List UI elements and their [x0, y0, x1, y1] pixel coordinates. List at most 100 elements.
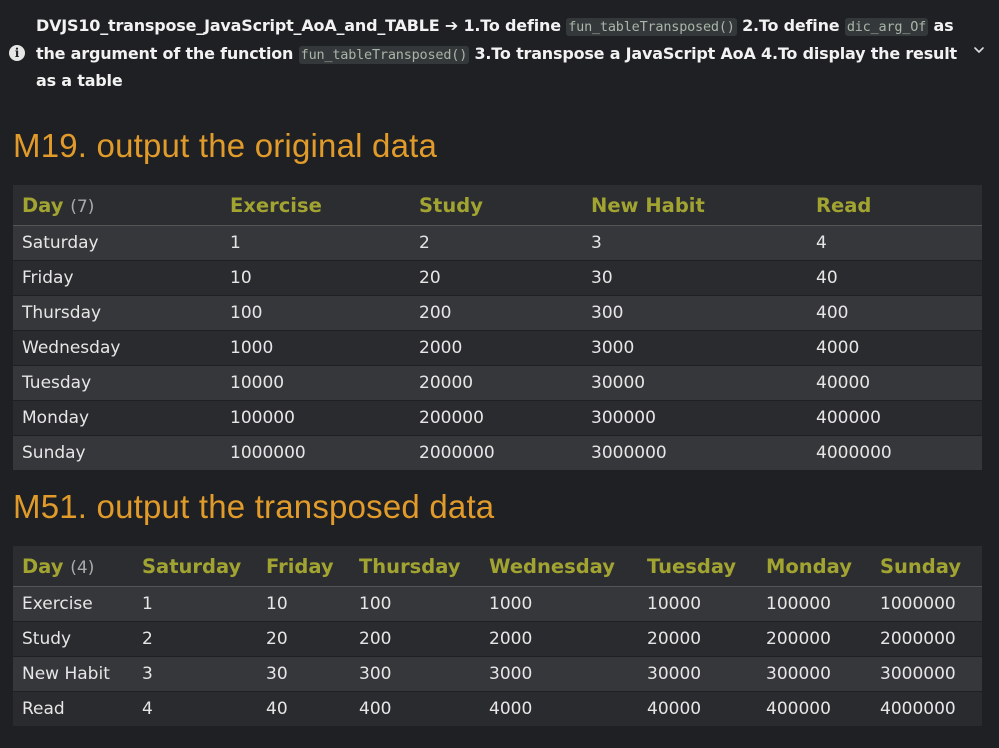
table-cell: 30000 — [582, 365, 807, 401]
table-row: Sunday 1000000 2000000 3000000 4000000 — [13, 435, 982, 470]
callout: i DVJS10_transpose_JavaScript_AoA_and_TA… — [0, 0, 999, 104]
table-row: Friday 10 20 30 40 — [13, 260, 982, 296]
table-row: Thursday 100 200 300 400 — [13, 295, 982, 331]
table-cell: 4 — [807, 225, 982, 261]
column-header[interactable]: New Habit — [582, 185, 807, 226]
column-header[interactable]: Monday — [757, 546, 871, 587]
code-dic-arg-of: dic_arg_Of — [844, 18, 929, 36]
table-cell: 3 — [582, 225, 807, 261]
table-row: Monday 100000 200000 300000 400000 — [13, 400, 982, 436]
table-cell: 400 — [350, 691, 480, 726]
table-cell: 20000 — [410, 365, 582, 401]
table-cell: 100 — [350, 586, 480, 622]
table-cell: 3000 — [582, 330, 807, 366]
callout-step2: 2.To define — [742, 16, 840, 35]
column-header[interactable]: Saturday — [133, 546, 257, 587]
table-cell: 3000000 — [871, 656, 982, 692]
row-label-cell: Wednesday — [13, 330, 221, 366]
table-cell: 4000 — [807, 330, 982, 366]
table-cell: 4000000 — [807, 435, 982, 470]
column-header[interactable]: Exercise — [221, 185, 410, 226]
row-label-cell: Thursday — [13, 295, 221, 331]
table-cell: 2000000 — [871, 621, 982, 657]
table-cell: 1000 — [221, 330, 410, 366]
table-cell: 300 — [582, 295, 807, 331]
row-count: (7) — [70, 196, 95, 217]
row-label-cell: Exercise — [13, 586, 133, 622]
table-cell: 1000 — [480, 586, 638, 622]
row-label-cell: Saturday — [13, 225, 221, 261]
table-cell: 200000 — [757, 621, 871, 657]
column-header[interactable]: Friday — [257, 546, 350, 587]
table-cell: 3 — [133, 656, 257, 692]
table-row: Saturday 1 2 3 4 — [13, 225, 982, 261]
transposed-data-table: Day (4) Saturday Friday Thursday Wednesday T… — [13, 546, 982, 726]
row-label-cell: Study — [13, 621, 133, 657]
table-cell: 2000000 — [410, 435, 582, 470]
table-cell: 1000000 — [221, 435, 410, 470]
column-header[interactable]: Tuesday — [638, 546, 757, 587]
table-cell: 200 — [410, 295, 582, 331]
code-fun-table-transposed: fun_tableTransposed() — [566, 18, 737, 36]
table-cell: 4000000 — [871, 691, 982, 726]
table-cell: 20000 — [638, 621, 757, 657]
table-header-row: Day (7) Exercise Study New Habit Read — [13, 185, 982, 226]
table-cell: 400000 — [807, 400, 982, 436]
info-icon: i — [9, 45, 25, 61]
table-row: Wednesday 1000 2000 3000 4000 — [13, 330, 982, 366]
table-cell: 40000 — [807, 365, 982, 401]
callout-title[interactable]: DVJS10_transpose_JavaScript_AoA_and_TABL… — [36, 13, 971, 95]
row-count: (4) — [70, 557, 95, 578]
table-cell: 400 — [807, 295, 982, 331]
column-header[interactable]: Study — [410, 185, 582, 226]
table-cell: 30 — [257, 656, 350, 692]
table-cell: 20 — [410, 260, 582, 296]
column-header[interactable]: Thursday — [350, 546, 480, 587]
table-header-row: Day (4) Saturday Friday Thursday Wednesday T… — [13, 546, 982, 587]
table-cell: 100000 — [757, 586, 871, 622]
section2-heading: M51. output the transposed data — [13, 488, 495, 525]
column-header[interactable]: Wednesday — [480, 546, 638, 587]
table-cell: 10000 — [638, 586, 757, 622]
code-fun-table-transposed-2: fun_tableTransposed() — [298, 45, 470, 64]
table-cell: 300000 — [757, 656, 871, 692]
chevron-down-icon[interactable] — [972, 43, 986, 57]
column-header[interactable]: Read — [807, 185, 982, 226]
original-data-table: Day (7) Exercise Study New Habit Read Satur… — [13, 185, 982, 470]
table-cell: 100 — [221, 295, 410, 331]
table-cell: 2 — [410, 225, 582, 261]
table-cell: 1 — [221, 225, 410, 261]
table-cell: 2000 — [410, 330, 582, 366]
table-cell: 300000 — [582, 400, 807, 436]
row-label-cell: Monday — [13, 400, 221, 436]
callout-title-name: DVJS10_transpose_JavaScript_AoA_and_TABL… — [36, 16, 440, 35]
table-cell: 300 — [350, 656, 480, 692]
table-cell: 400000 — [757, 691, 871, 726]
row-label-cell: Read — [13, 691, 133, 726]
table-row: New Habit 3 30 300 3000 30000 300000 3000000 — [13, 656, 982, 692]
table-cell: 30 — [582, 260, 807, 296]
row-label-cell: Friday — [13, 260, 221, 296]
table-row: Read 4 40 400 4000 40000 400000 4000000 — [13, 691, 982, 726]
table-cell: 100000 — [221, 400, 410, 436]
column-header[interactable]: Sunday — [871, 546, 982, 587]
table-cell: 2 — [133, 621, 257, 657]
column-header-day[interactable]: Day (7) — [13, 185, 221, 226]
table-row: Exercise 1 10 100 1000 10000 100000 1000000 — [13, 586, 982, 622]
table-cell: 20 — [257, 621, 350, 657]
callout-step1: 1.To define — [463, 16, 561, 35]
table-row: Tuesday 10000 20000 30000 40000 — [13, 365, 982, 401]
column-header-day[interactable]: Day (4) — [13, 546, 133, 587]
table-row: Study 2 20 200 2000 20000 200000 2000000 — [13, 621, 982, 657]
arrow-icon: ➔ — [444, 16, 459, 35]
table-cell: 200000 — [410, 400, 582, 436]
table-cell: 1 — [133, 586, 257, 622]
table-cell: 4 — [133, 691, 257, 726]
table-cell: 40 — [807, 260, 982, 296]
table-cell: 30000 — [638, 656, 757, 692]
table-cell: 3000 — [480, 656, 638, 692]
table-cell: 40 — [257, 691, 350, 726]
table-cell: 10 — [221, 260, 410, 296]
section1-heading: M19. output the original data — [13, 127, 438, 164]
table-cell: 40000 — [638, 691, 757, 726]
